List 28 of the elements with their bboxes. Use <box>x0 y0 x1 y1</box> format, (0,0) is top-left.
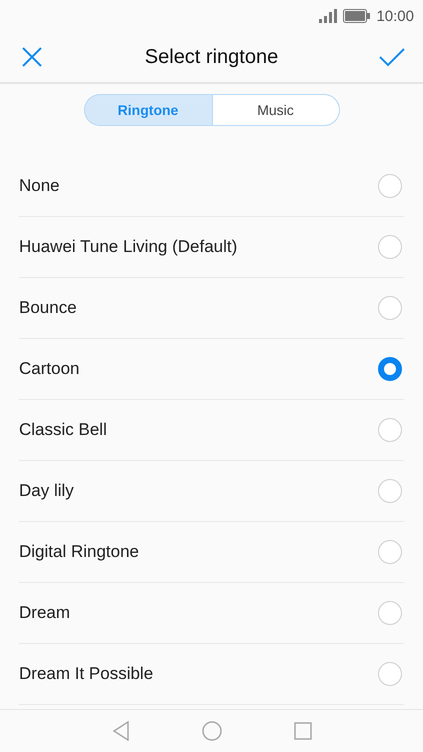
radio-button[interactable] <box>378 479 402 503</box>
screen-title: Select ringtone <box>144 46 278 68</box>
radio-button[interactable] <box>378 418 402 442</box>
battery-icon <box>343 9 370 23</box>
recents-icon[interactable] <box>294 722 312 740</box>
segment-tab[interactable]: Music <box>212 94 340 126</box>
ringtone-name: Dream It Possible <box>19 664 154 684</box>
ringtone-name: Cartoon <box>19 359 80 379</box>
back-icon[interactable] <box>112 721 130 741</box>
ringtone-name: Day lily <box>19 481 74 501</box>
clock-time: 10:00 <box>376 8 414 24</box>
radio-button[interactable] <box>378 601 402 625</box>
ringtone-name: Classic Bell <box>19 420 107 440</box>
signal-icon <box>319 9 338 23</box>
confirm-button[interactable] <box>378 47 405 67</box>
ringtone-name: Huawei Tune Living (Default) <box>19 237 238 257</box>
radio-button[interactable] <box>378 540 402 564</box>
ringtone-name: Dream <box>19 603 70 623</box>
radio-button[interactable] <box>378 662 402 686</box>
ringtone-name: None <box>19 176 60 196</box>
close-button[interactable] <box>20 45 44 69</box>
home-icon[interactable] <box>202 721 222 741</box>
radio-button[interactable] <box>378 235 402 259</box>
radio-button[interactable] <box>378 296 402 320</box>
ringtone-name: Bounce <box>19 298 77 318</box>
radio-button[interactable] <box>378 174 402 198</box>
radio-button[interactable] <box>378 357 402 381</box>
ringtone-name: Digital Ringtone <box>19 542 140 562</box>
